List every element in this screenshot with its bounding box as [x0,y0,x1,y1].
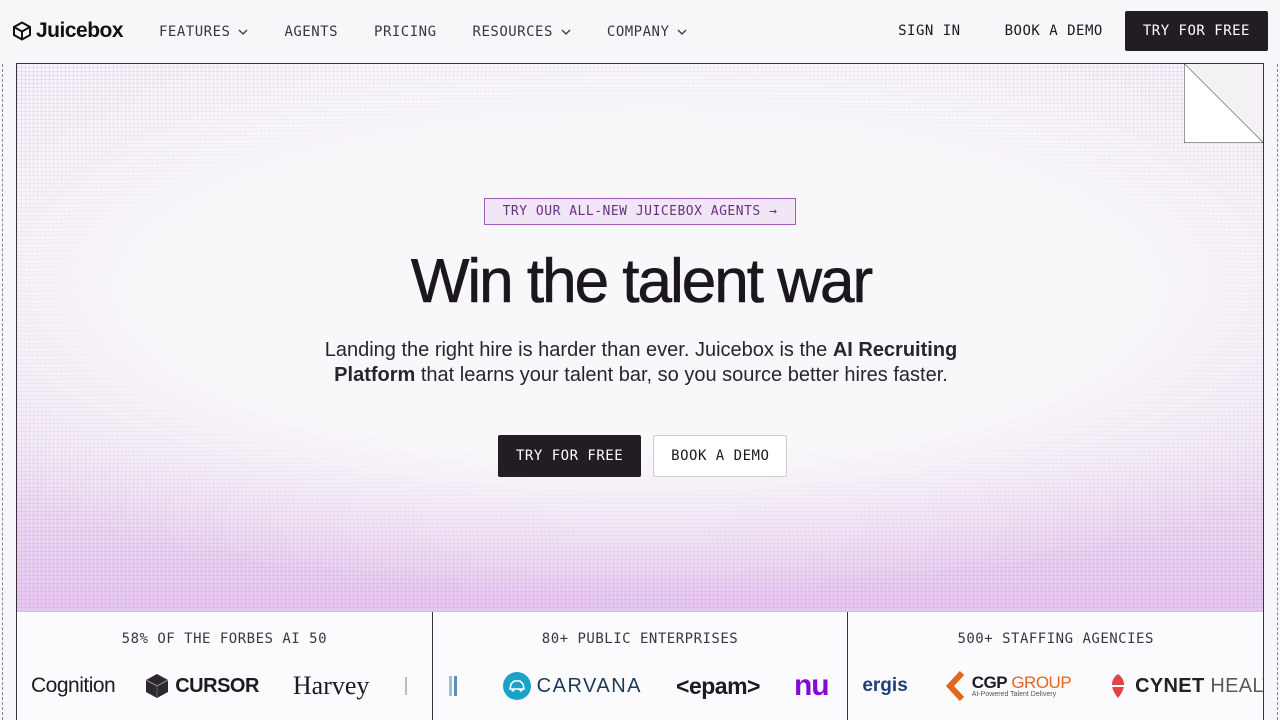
logo-row: ergis CGP GROUP AI-Powered Talent Delive… [862,670,1263,702]
next-logo-partial [405,677,408,695]
chevron-down-icon [677,29,687,35]
logo-cognition: Cognition [31,674,116,697]
brand-logo[interactable]: Juicebox [12,19,124,43]
top-nav: Juicebox FEATURES AGENTS PRICING RESOURC… [0,0,1280,64]
logo-column-forbes: 58% OF THE FORBES AI 50 Cognition CURSOR… [17,612,433,720]
brand-name: Juicebox [36,19,124,42]
hero-headline: Win the talent war [410,247,874,317]
customer-logo-strip: 58% OF THE FORBES AI 50 Cognition CURSOR… [16,612,1264,720]
cursor-cube-icon [145,674,169,698]
nav-actions: SIGN IN BOOK A DEMO TRY FOR FREE [876,11,1268,51]
logo-cynet-text: CYNET HEALTH [1135,675,1263,698]
book-demo-link[interactable]: BOOK A DEMO [983,23,1125,39]
menu-company-label: COMPANY [606,24,670,40]
hero-subtitle: Landing the right hire is harder than ev… [307,338,975,388]
book-demo-hero-button[interactable]: BOOK A DEMO [653,435,788,477]
cgp-chevron-icon [945,671,964,701]
menu-company[interactable]: COMPANY [607,24,688,40]
column-title: 58% OF THE FORBES AI 50 [121,631,328,647]
juicebox-cube-icon [13,21,31,41]
logo-harvey: Harvey [292,671,370,700]
logo-row: Cognition CURSOR Harvey [31,670,408,702]
logo-nu: nu [793,669,830,702]
subtitle-part-2: that learns your talent bar, so you sour… [415,364,948,386]
try-free-nav-button[interactable]: TRY FOR FREE [1124,11,1268,51]
logo-carvana-text: CARVANA [536,674,643,697]
menu-pricing[interactable]: PRICING [374,24,437,40]
menu-resources[interactable]: RESOURCES [473,24,571,40]
subtitle-part-1: Landing the right hire is harder than ev… [324,339,833,361]
try-free-hero-button[interactable]: TRY FOR FREE [498,435,642,477]
logo-epam: <epam> [676,672,760,699]
sign-in-link[interactable]: SIGN IN [876,23,983,39]
menu-agents[interactable]: AGENTS [284,24,338,40]
chevron-down-icon [238,29,248,35]
menu-agents-label: AGENTS [284,24,339,40]
logo-column-staffing: 500+ STAFFING AGENCIES ergis CGP GROUP A… [848,612,1263,720]
cgp-group-word: GROUP [1007,673,1072,692]
menu-features-label: FEATURES [159,24,231,40]
prev-logo-partial [448,674,459,698]
logo-cursor-text: CURSOR [175,674,259,697]
column-title: 80+ PUBLIC ENTERPRISES [541,631,739,647]
logo-cgp-group: CGP GROUP AI-Powered Talent Delivery [944,671,1072,701]
chevron-down-icon [561,29,571,35]
column-title: 500+ STAFFING AGENCIES [957,631,1154,647]
folded-corner-decoration [1184,64,1263,143]
announcement-pill[interactable]: TRY OUR ALL-NEW JUICEBOX AGENTS → [484,198,796,225]
logo-cynet-health: CYNET HEALTH [1107,673,1263,699]
menu-resources-label: RESOURCES [472,24,553,40]
cynet-health-word: HEALTH [1210,674,1263,697]
cynet-bold: CYNET [1135,674,1205,697]
logo-cgp-text: CGP GROUP [971,673,1072,692]
logo-carvana: CARVANA [502,672,643,700]
left-guide-line [0,64,3,720]
cynet-leaf-icon [1111,674,1126,698]
main-menu: FEATURES AGENTS PRICING RESOURCES COMPAN… [159,0,723,64]
hero-cta-group: TRY FOR FREE BOOK A DEMO [498,435,788,477]
hero-section: TRY OUR ALL-NEW JUICEBOX AGENTS → Win th… [16,63,1264,613]
logo-row: CARVANA <epam> nu [448,669,830,702]
menu-pricing-label: PRICING [374,24,437,40]
cgp-bold: CGP [971,673,1008,692]
carvana-car-icon [502,672,531,700]
logo-cursor: CURSOR [145,673,259,699]
logo-column-enterprises: 80+ PUBLIC ENTERPRISES CARVANA <epam> nu [433,612,849,720]
partial-logo-icon [448,676,457,696]
logo-cgp-tagline: AI-Powered Talent Delivery [971,691,1057,698]
menu-features[interactable]: FEATURES [159,24,248,40]
logo-ergis: ergis [862,675,908,696]
